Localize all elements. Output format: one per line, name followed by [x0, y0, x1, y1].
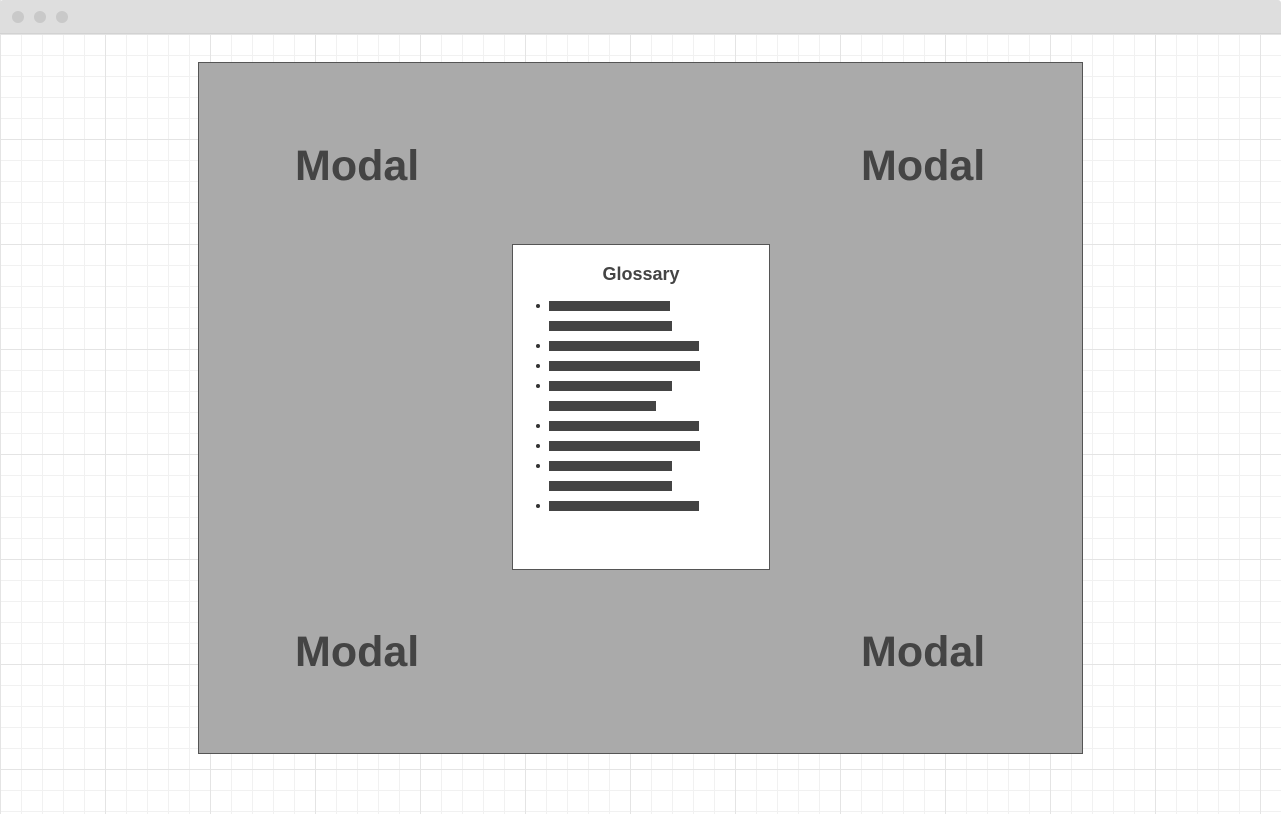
bullet-icon — [536, 384, 540, 388]
glossary-dialog: Glossary — [512, 244, 770, 570]
text-placeholder-bar — [549, 381, 672, 391]
dialog-title: Glossary — [602, 264, 680, 284]
text-placeholder-bar — [549, 461, 672, 471]
bullet-icon — [536, 304, 540, 308]
text-placeholder-bar — [549, 481, 672, 491]
maximize-dot-icon[interactable] — [56, 11, 68, 23]
bullet-icon — [536, 464, 540, 468]
text-placeholder-bar — [549, 361, 700, 371]
modal-label-top-right: Modal — [861, 142, 986, 190]
list-item — [513, 499, 769, 519]
text-placeholder-bar — [549, 321, 672, 331]
minimize-dot-icon[interactable] — [34, 11, 46, 23]
list-item-continuation — [513, 399, 769, 419]
bullet-icon — [536, 504, 540, 508]
modal-label-top-left: Modal — [295, 142, 420, 190]
window-titlebar — [0, 0, 1281, 34]
list-item — [513, 299, 769, 319]
modal-label-bottom-left: Modal — [295, 628, 420, 676]
list-item-continuation — [513, 319, 769, 339]
text-placeholder-bar — [549, 421, 699, 431]
text-placeholder-bar — [549, 441, 700, 451]
list-item — [513, 459, 769, 479]
list-item — [513, 359, 769, 379]
bullet-icon — [536, 364, 540, 368]
bullet-icon — [536, 344, 540, 348]
glossary-list — [513, 299, 769, 519]
text-placeholder-bar — [549, 301, 670, 311]
modal-label-bottom-right: Modal — [861, 628, 986, 676]
list-item — [513, 379, 769, 399]
bullet-icon — [536, 444, 540, 448]
list-item — [513, 439, 769, 459]
text-placeholder-bar — [549, 501, 699, 511]
close-dot-icon[interactable] — [12, 11, 24, 23]
text-placeholder-bar — [549, 401, 656, 411]
list-item-continuation — [513, 479, 769, 499]
list-item — [513, 339, 769, 359]
text-placeholder-bar — [549, 341, 699, 351]
list-item — [513, 419, 769, 439]
bullet-icon — [536, 424, 540, 428]
